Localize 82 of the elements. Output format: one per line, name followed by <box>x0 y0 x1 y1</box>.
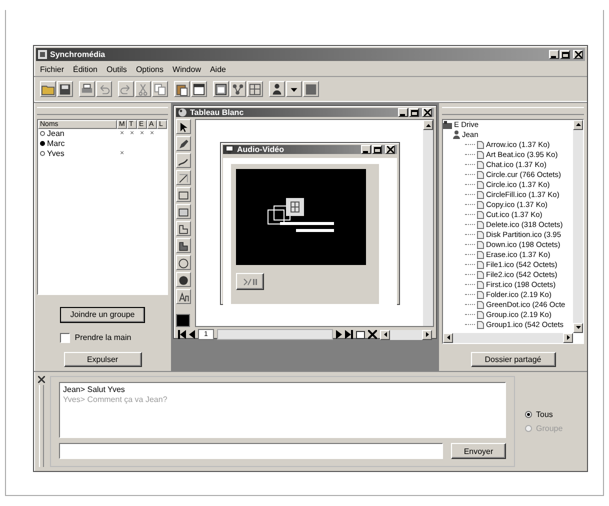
panel-grip[interactable] <box>442 107 584 115</box>
palette-icon <box>178 108 187 117</box>
menu-item[interactable]: Options <box>136 65 164 74</box>
first-page-icon[interactable] <box>178 330 186 339</box>
delete-icon[interactable] <box>368 330 377 339</box>
close-icon <box>424 109 430 116</box>
maximize-icon <box>410 110 418 116</box>
close-button[interactable] <box>422 108 432 117</box>
radio-label: Groupe <box>536 424 563 433</box>
maximize-icon <box>374 146 380 152</box>
radio-button[interactable] <box>40 131 45 136</box>
join-group-button[interactable]: Joindre un groupe <box>60 307 145 323</box>
whiteboard-canvas[interactable]: Audio-Vidéo <box>195 119 434 327</box>
radio-button[interactable] <box>40 151 45 156</box>
save-icon[interactable] <box>57 81 73 97</box>
radio-label: Tous <box>536 410 553 419</box>
message-input-field[interactable] <box>59 443 443 459</box>
camera-icon <box>225 145 234 154</box>
participant-name[interactable]: Marc <box>47 139 65 148</box>
send-button[interactable]: Envoyer <box>451 443 506 459</box>
radio-button[interactable] <box>525 411 532 418</box>
marker-icon[interactable] <box>176 136 191 151</box>
filled-rectangle-icon[interactable] <box>176 204 191 219</box>
participant-name[interactable]: Yves <box>47 149 64 158</box>
minimize-button[interactable] <box>398 108 408 117</box>
panel-icon[interactable] <box>303 81 319 97</box>
chat-message: Yves> Comment ça va Jean? <box>63 395 168 405</box>
menu-item[interactable]: Fichier <box>40 65 64 74</box>
paste-icon[interactable] <box>174 81 190 97</box>
last-page-icon[interactable] <box>345 330 353 339</box>
folder-icon[interactable] <box>40 81 56 97</box>
play-pause-button[interactable] <box>236 273 264 290</box>
shared-folder-button[interactable]: Dossier partagé <box>470 352 556 367</box>
window-icon[interactable] <box>191 81 207 97</box>
minimize-button[interactable] <box>361 145 371 154</box>
menu-item[interactable]: Aide <box>210 65 226 74</box>
pencil-icon[interactable] <box>176 153 191 168</box>
filled-polygon-icon[interactable] <box>176 238 191 253</box>
redo-icon[interactable] <box>118 81 134 97</box>
grid-icon[interactable] <box>247 81 263 97</box>
polygon-icon[interactable] <box>176 221 191 236</box>
scrollbar-track[interactable] <box>217 329 333 340</box>
window-icon[interactable] <box>213 81 229 97</box>
chat-message: Jean> Salut Yves <box>63 385 126 395</box>
menu-item[interactable]: Édition <box>73 65 98 74</box>
maximize-button[interactable] <box>372 145 382 154</box>
window-title: Synchromédia <box>50 50 106 59</box>
pointer-icon[interactable] <box>176 119 191 134</box>
copy-icon[interactable] <box>152 81 168 97</box>
undo-icon[interactable] <box>96 81 112 97</box>
minimize-button[interactable] <box>549 50 559 59</box>
window-title: Audio-Vidéo <box>237 145 285 154</box>
previous-page-icon[interactable] <box>189 330 195 339</box>
maximize-button[interactable] <box>409 108 419 117</box>
network-icon[interactable] <box>230 81 246 97</box>
rectangle-icon[interactable] <box>176 187 191 202</box>
menu-item[interactable]: Window <box>172 65 201 74</box>
scissors-icon[interactable] <box>135 81 151 97</box>
color-swatch[interactable] <box>176 314 190 327</box>
checkbox[interactable] <box>60 332 70 343</box>
radio-button[interactable] <box>40 141 45 146</box>
app-icon <box>38 50 47 59</box>
new-page-icon[interactable] <box>356 330 365 338</box>
menu-item[interactable]: Outils <box>106 65 127 74</box>
next-page-icon[interactable] <box>336 330 342 339</box>
close-button[interactable] <box>385 145 395 154</box>
text-tool-icon[interactable] <box>176 289 191 304</box>
maximize-button[interactable] <box>560 50 570 59</box>
maximize-icon <box>562 52 568 58</box>
close-icon <box>574 51 582 58</box>
user-icon[interactable] <box>269 81 285 97</box>
print-icon[interactable] <box>79 81 95 97</box>
participant-name[interactable]: Jean <box>47 129 64 138</box>
close-button[interactable] <box>573 50 583 59</box>
panel-grip[interactable] <box>37 107 168 115</box>
play-pause-icon <box>243 278 257 286</box>
close-icon <box>386 146 394 153</box>
expel-button[interactable]: Expulser <box>64 352 142 367</box>
user-icon <box>453 130 460 140</box>
window-title: Tableau Blanc <box>190 108 245 117</box>
close-icon[interactable] <box>38 376 44 383</box>
checkbox-label: Prendre la main <box>74 333 132 342</box>
